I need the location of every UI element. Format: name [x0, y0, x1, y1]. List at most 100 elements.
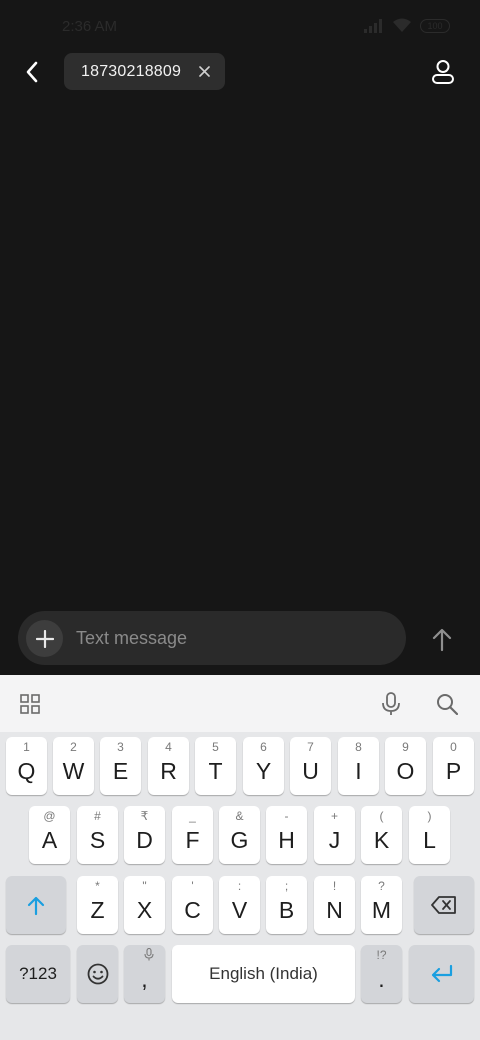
- key-q-hint: 1: [23, 740, 30, 754]
- key-v[interactable]: :V: [219, 876, 260, 934]
- status-bar: 2:36 AM 100: [0, 0, 480, 56]
- recipient-number: 18730218809: [81, 62, 182, 80]
- key-o-hint: 9: [402, 740, 409, 754]
- add-attachment-button[interactable]: [26, 620, 63, 657]
- key-o-label: O: [396, 757, 415, 784]
- key-u[interactable]: 7U: [290, 737, 331, 795]
- key-m-label: M: [371, 896, 392, 923]
- key-m-hint: ?: [378, 879, 385, 893]
- enter-icon: [431, 964, 452, 983]
- search-icon[interactable]: [433, 690, 461, 718]
- key-d[interactable]: ₹ D: [124, 806, 165, 864]
- key-z[interactable]: * Z: [77, 876, 118, 934]
- key-t-label: T: [208, 757, 223, 784]
- key-m[interactable]: ? M: [361, 876, 402, 934]
- shift-arrow-icon: [27, 896, 45, 916]
- key-j[interactable]: + J: [314, 806, 355, 864]
- back-button[interactable]: [16, 56, 48, 88]
- symbols-key[interactable]: ?123: [6, 945, 70, 1003]
- key-w[interactable]: 2W: [53, 737, 94, 795]
- key-f[interactable]: _ F: [172, 806, 213, 864]
- key-k-label: K: [373, 826, 390, 853]
- key-p[interactable]: 0P: [433, 737, 474, 795]
- comma-key[interactable]: ,: [124, 945, 165, 1003]
- key-c-hint: ': [191, 879, 194, 893]
- remove-recipient-button[interactable]: [195, 62, 213, 80]
- key-q-label: Q: [17, 757, 36, 784]
- shift-key[interactable]: [6, 876, 66, 934]
- key-c-label: C: [184, 896, 201, 923]
- key-x-hint: ": [142, 879, 147, 893]
- key-q[interactable]: 1Q: [6, 737, 47, 795]
- key-l-hint: ): [427, 809, 432, 823]
- key-g[interactable]: & G: [219, 806, 260, 864]
- compose-field: [18, 611, 406, 665]
- key-s-hint: #: [94, 809, 101, 823]
- key-c[interactable]: ' C: [172, 876, 213, 934]
- key-i-label: I: [355, 757, 362, 784]
- key-i-hint: 8: [355, 740, 362, 754]
- key-b-label: B: [278, 896, 295, 923]
- period-key-hint: !?: [376, 948, 387, 962]
- key-s-label: S: [89, 826, 106, 853]
- space-key[interactable]: English (India): [172, 945, 355, 1003]
- plus-icon: [35, 629, 54, 648]
- signal-icon: [364, 18, 384, 33]
- key-p-label: P: [445, 757, 462, 784]
- key-n[interactable]: ! N: [314, 876, 355, 934]
- battery-icon: 100: [420, 18, 450, 33]
- key-i[interactable]: 8I: [338, 737, 379, 795]
- wifi-icon: [392, 18, 412, 33]
- status-time: 2:36 AM: [62, 18, 118, 35]
- key-s[interactable]: # S: [77, 806, 118, 864]
- key-o[interactable]: 9O: [385, 737, 426, 795]
- key-k[interactable]: (K: [361, 806, 402, 864]
- message-input[interactable]: [76, 611, 396, 665]
- key-b[interactable]: ; B: [266, 876, 307, 934]
- key-v-label: V: [231, 896, 248, 923]
- backspace-key[interactable]: [414, 876, 474, 934]
- key-y-hint: 6: [260, 740, 267, 754]
- emoji-icon: [87, 963, 108, 985]
- backspace-icon: [431, 896, 456, 914]
- key-g-hint: &: [235, 809, 244, 823]
- arrow-up-icon: [432, 628, 452, 652]
- key-y[interactable]: 6Y: [243, 737, 284, 795]
- key-u-hint: 7: [307, 740, 314, 754]
- key-x[interactable]: " X: [124, 876, 165, 934]
- key-e[interactable]: 3E: [100, 737, 141, 795]
- key-l[interactable]: ) L: [409, 806, 450, 864]
- comma-key-label: ,: [141, 965, 148, 992]
- key-u-label: U: [302, 757, 319, 784]
- key-j-hint: +: [330, 809, 338, 823]
- key-t[interactable]: 5T: [195, 737, 236, 795]
- key-b-hint: ;: [284, 879, 289, 893]
- close-icon: [198, 65, 210, 77]
- key-w-hint: 2: [70, 740, 77, 754]
- key-y-label: Y: [255, 757, 272, 784]
- battery-level: 100: [427, 20, 443, 31]
- key-d-label: D: [136, 826, 153, 853]
- space-key-label: English (India): [209, 964, 318, 983]
- microphone-icon: [144, 947, 154, 961]
- key-t-hint: 5: [212, 740, 219, 754]
- microphone-icon[interactable]: [377, 690, 405, 718]
- period-key[interactable]: !?.: [361, 945, 402, 1003]
- key-r-label: R: [160, 757, 177, 784]
- send-button[interactable]: [426, 624, 458, 656]
- recipient-chip[interactable]: 18730218809: [64, 53, 225, 90]
- key-p-hint: 0: [450, 740, 457, 754]
- emoji-key[interactable]: [77, 945, 118, 1003]
- status-icons: 100: [364, 18, 450, 33]
- contact-button[interactable]: [428, 56, 458, 88]
- key-h[interactable]: -H: [266, 806, 307, 864]
- keyboard-toolbar: [0, 675, 480, 732]
- key-f-hint: _: [189, 809, 196, 823]
- key-r[interactable]: 4R: [148, 737, 189, 795]
- key-a-hint: @: [43, 809, 56, 823]
- key-e-label: E: [112, 757, 129, 784]
- apps-grid-icon[interactable]: [16, 690, 44, 718]
- key-a[interactable]: @ A: [29, 806, 70, 864]
- enter-key[interactable]: [409, 945, 474, 1003]
- key-n-label: N: [326, 896, 343, 923]
